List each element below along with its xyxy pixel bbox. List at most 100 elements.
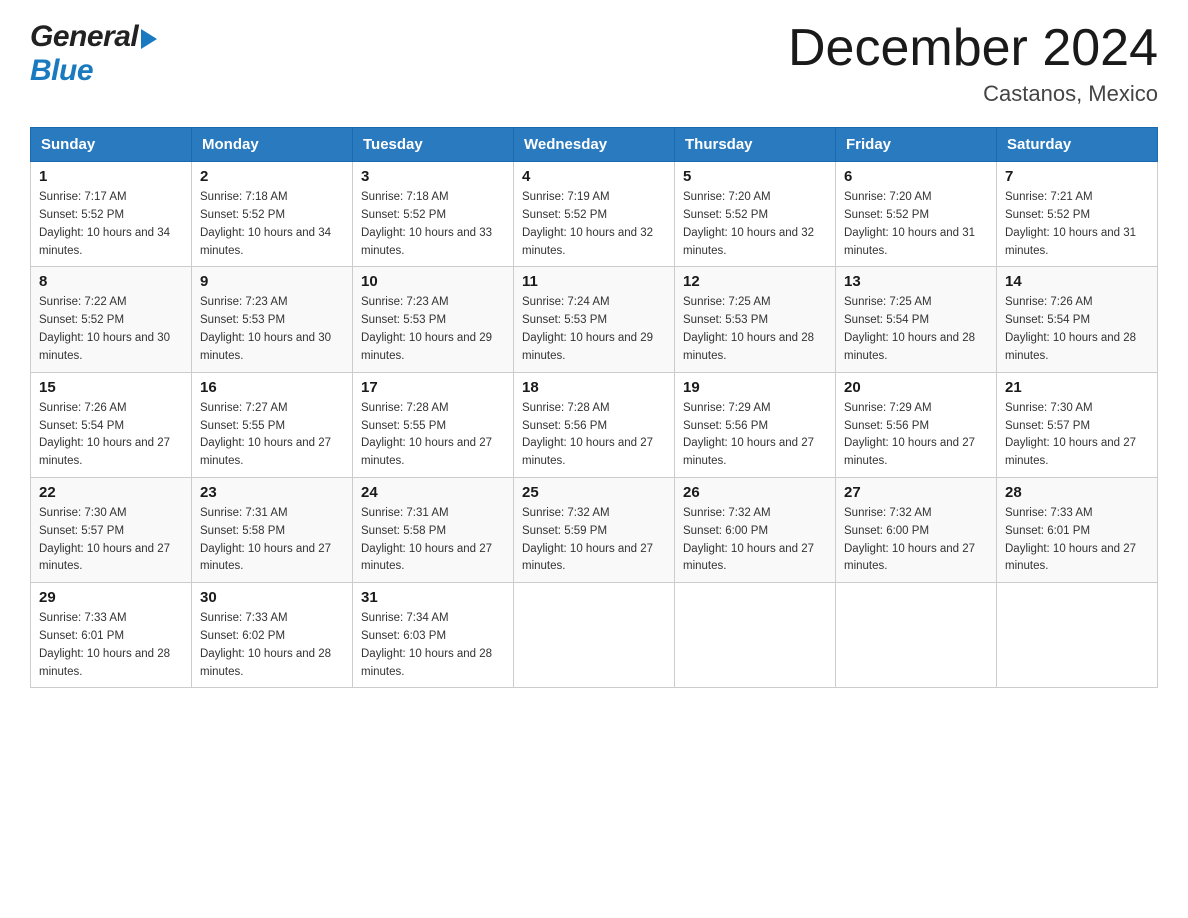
day-number: 1 bbox=[39, 168, 183, 185]
calendar-cell: 28 Sunrise: 7:33 AMSunset: 6:01 PMDayligh… bbox=[997, 477, 1158, 582]
day-number: 3 bbox=[361, 168, 505, 185]
day-info: Sunrise: 7:19 AMSunset: 5:52 PMDaylight:… bbox=[522, 189, 666, 260]
day-info: Sunrise: 7:28 AMSunset: 5:56 PMDaylight:… bbox=[522, 400, 666, 471]
day-info: Sunrise: 7:26 AMSunset: 5:54 PMDaylight:… bbox=[39, 400, 183, 471]
calendar-cell: 13Sunrise: 7:25 AMSunset: 5:54 PMDayligh… bbox=[836, 267, 997, 372]
calendar-cell: 17Sunrise: 7:28 AMSunset: 5:55 PMDayligh… bbox=[353, 372, 514, 477]
calendar-week-row: 22 Sunrise: 7:30 AMSunset: 5:57 PMDayligh… bbox=[31, 477, 1158, 582]
calendar-cell: 15 Sunrise: 7:26 AMSunset: 5:54 PMDayligh… bbox=[31, 372, 192, 477]
calendar-cell: 22 Sunrise: 7:30 AMSunset: 5:57 PMDayligh… bbox=[31, 477, 192, 582]
day-info: Sunrise: 7:33 AMSunset: 6:02 PMDaylight:… bbox=[200, 610, 344, 681]
calendar-cell bbox=[997, 583, 1158, 688]
day-info: Sunrise: 7:26 AMSunset: 5:54 PMDaylight:… bbox=[1005, 294, 1149, 365]
calendar-cell: 24 Sunrise: 7:31 AMSunset: 5:58 PMDayligh… bbox=[353, 477, 514, 582]
calendar-table: Sunday Monday Tuesday Wednesday Thursday… bbox=[30, 127, 1158, 688]
day-info: Sunrise: 7:30 AMSunset: 5:57 PMDaylight:… bbox=[39, 505, 183, 576]
calendar-cell: 26 Sunrise: 7:32 AMSunset: 6:00 PMDayligh… bbox=[675, 477, 836, 582]
day-info: Sunrise: 7:18 AMSunset: 5:52 PMDaylight:… bbox=[200, 189, 344, 260]
day-number: 9 bbox=[200, 273, 344, 290]
page-header: General Blue December 2024 Castanos, Mex… bbox=[30, 20, 1158, 107]
calendar-cell: 2 Sunrise: 7:18 AMSunset: 5:52 PMDaylight… bbox=[192, 162, 353, 267]
location-text: Castanos, Mexico bbox=[788, 81, 1158, 107]
day-number: 30 bbox=[200, 589, 344, 606]
day-number: 5 bbox=[683, 168, 827, 185]
day-number: 27 bbox=[844, 484, 988, 501]
col-tuesday: Tuesday bbox=[353, 128, 514, 162]
calendar-cell: 30 Sunrise: 7:33 AMSunset: 6:02 PMDayligh… bbox=[192, 583, 353, 688]
col-saturday: Saturday bbox=[997, 128, 1158, 162]
day-info: Sunrise: 7:29 AMSunset: 5:56 PMDaylight:… bbox=[844, 400, 988, 471]
calendar-cell: 29 Sunrise: 7:33 AMSunset: 6:01 PMDayligh… bbox=[31, 583, 192, 688]
logo-line: General bbox=[30, 20, 157, 54]
day-info: Sunrise: 7:20 AMSunset: 5:52 PMDaylight:… bbox=[683, 189, 827, 260]
day-number: 23 bbox=[200, 484, 344, 501]
calendar-cell: 10 Sunrise: 7:23 AMSunset: 5:53 PMDayligh… bbox=[353, 267, 514, 372]
calendar-cell: 8Sunrise: 7:22 AMSunset: 5:52 PMDaylight… bbox=[31, 267, 192, 372]
day-number: 17 bbox=[361, 379, 505, 396]
day-info: Sunrise: 7:33 AMSunset: 6:01 PMDaylight:… bbox=[39, 610, 183, 681]
calendar-cell: 23 Sunrise: 7:31 AMSunset: 5:58 PMDayligh… bbox=[192, 477, 353, 582]
day-info: Sunrise: 7:32 AMSunset: 6:00 PMDaylight:… bbox=[844, 505, 988, 576]
day-info: Sunrise: 7:24 AMSunset: 5:53 PMDaylight:… bbox=[522, 294, 666, 365]
day-number: 29 bbox=[39, 589, 183, 606]
col-thursday: Thursday bbox=[675, 128, 836, 162]
day-info: Sunrise: 7:29 AMSunset: 5:56 PMDaylight:… bbox=[683, 400, 827, 471]
day-info: Sunrise: 7:31 AMSunset: 5:58 PMDaylight:… bbox=[200, 505, 344, 576]
calendar-cell: 1Sunrise: 7:17 AMSunset: 5:52 PMDaylight… bbox=[31, 162, 192, 267]
day-info: Sunrise: 7:32 AMSunset: 5:59 PMDaylight:… bbox=[522, 505, 666, 576]
day-info: Sunrise: 7:30 AMSunset: 5:57 PMDaylight:… bbox=[1005, 400, 1149, 471]
day-number: 11 bbox=[522, 273, 666, 290]
day-info: Sunrise: 7:32 AMSunset: 6:00 PMDaylight:… bbox=[683, 505, 827, 576]
calendar-cell: 16Sunrise: 7:27 AMSunset: 5:55 PMDayligh… bbox=[192, 372, 353, 477]
calendar-cell: 5 Sunrise: 7:20 AMSunset: 5:52 PMDaylight… bbox=[675, 162, 836, 267]
title-section: December 2024 Castanos, Mexico bbox=[788, 20, 1158, 107]
day-number: 12 bbox=[683, 273, 827, 290]
day-info: Sunrise: 7:34 AMSunset: 6:03 PMDaylight:… bbox=[361, 610, 505, 681]
calendar-cell: 7Sunrise: 7:21 AMSunset: 5:52 PMDaylight… bbox=[997, 162, 1158, 267]
day-info: Sunrise: 7:23 AMSunset: 5:53 PMDaylight:… bbox=[200, 294, 344, 365]
day-number: 21 bbox=[1005, 379, 1149, 396]
calendar-cell: 3 Sunrise: 7:18 AMSunset: 5:52 PMDaylight… bbox=[353, 162, 514, 267]
calendar-cell: 19Sunrise: 7:29 AMSunset: 5:56 PMDayligh… bbox=[675, 372, 836, 477]
col-friday: Friday bbox=[836, 128, 997, 162]
calendar-week-row: 15 Sunrise: 7:26 AMSunset: 5:54 PMDayligh… bbox=[31, 372, 1158, 477]
calendar-cell bbox=[514, 583, 675, 688]
day-number: 26 bbox=[683, 484, 827, 501]
calendar-cell: 20Sunrise: 7:29 AMSunset: 5:56 PMDayligh… bbox=[836, 372, 997, 477]
day-number: 18 bbox=[522, 379, 666, 396]
day-number: 10 bbox=[361, 273, 505, 290]
calendar-cell: 9 Sunrise: 7:23 AMSunset: 5:53 PMDaylight… bbox=[192, 267, 353, 372]
day-number: 25 bbox=[522, 484, 666, 501]
day-number: 2 bbox=[200, 168, 344, 185]
calendar-cell: 21 Sunrise: 7:30 AMSunset: 5:57 PMDayligh… bbox=[997, 372, 1158, 477]
logo-arrow-icon bbox=[141, 29, 157, 49]
day-number: 4 bbox=[522, 168, 666, 185]
day-info: Sunrise: 7:25 AMSunset: 5:53 PMDaylight:… bbox=[683, 294, 827, 365]
col-sunday: Sunday bbox=[31, 128, 192, 162]
day-info: Sunrise: 7:20 AMSunset: 5:52 PMDaylight:… bbox=[844, 189, 988, 260]
logo-blue-text: Blue bbox=[30, 54, 93, 87]
day-number: 22 bbox=[39, 484, 183, 501]
calendar-week-row: 29 Sunrise: 7:33 AMSunset: 6:01 PMDayligh… bbox=[31, 583, 1158, 688]
calendar-cell: 27 Sunrise: 7:32 AMSunset: 6:00 PMDayligh… bbox=[836, 477, 997, 582]
calendar-cell: 6 Sunrise: 7:20 AMSunset: 5:52 PMDaylight… bbox=[836, 162, 997, 267]
calendar-cell bbox=[836, 583, 997, 688]
day-number: 6 bbox=[844, 168, 988, 185]
calendar-header-row: Sunday Monday Tuesday Wednesday Thursday… bbox=[31, 128, 1158, 162]
logo-general-text: General bbox=[30, 20, 138, 54]
day-info: Sunrise: 7:18 AMSunset: 5:52 PMDaylight:… bbox=[361, 189, 505, 260]
day-info: Sunrise: 7:22 AMSunset: 5:52 PMDaylight:… bbox=[39, 294, 183, 365]
day-number: 24 bbox=[361, 484, 505, 501]
logo-blue-line: Blue bbox=[30, 54, 93, 88]
col-wednesday: Wednesday bbox=[514, 128, 675, 162]
calendar-cell: 31Sunrise: 7:34 AMSunset: 6:03 PMDayligh… bbox=[353, 583, 514, 688]
day-info: Sunrise: 7:33 AMSunset: 6:01 PMDaylight:… bbox=[1005, 505, 1149, 576]
calendar-cell: 18 Sunrise: 7:28 AMSunset: 5:56 PMDayligh… bbox=[514, 372, 675, 477]
day-info: Sunrise: 7:31 AMSunset: 5:58 PMDaylight:… bbox=[361, 505, 505, 576]
col-monday: Monday bbox=[192, 128, 353, 162]
calendar-cell bbox=[675, 583, 836, 688]
calendar-cell: 14Sunrise: 7:26 AMSunset: 5:54 PMDayligh… bbox=[997, 267, 1158, 372]
day-number: 15 bbox=[39, 379, 183, 396]
day-info: Sunrise: 7:23 AMSunset: 5:53 PMDaylight:… bbox=[361, 294, 505, 365]
day-number: 28 bbox=[1005, 484, 1149, 501]
